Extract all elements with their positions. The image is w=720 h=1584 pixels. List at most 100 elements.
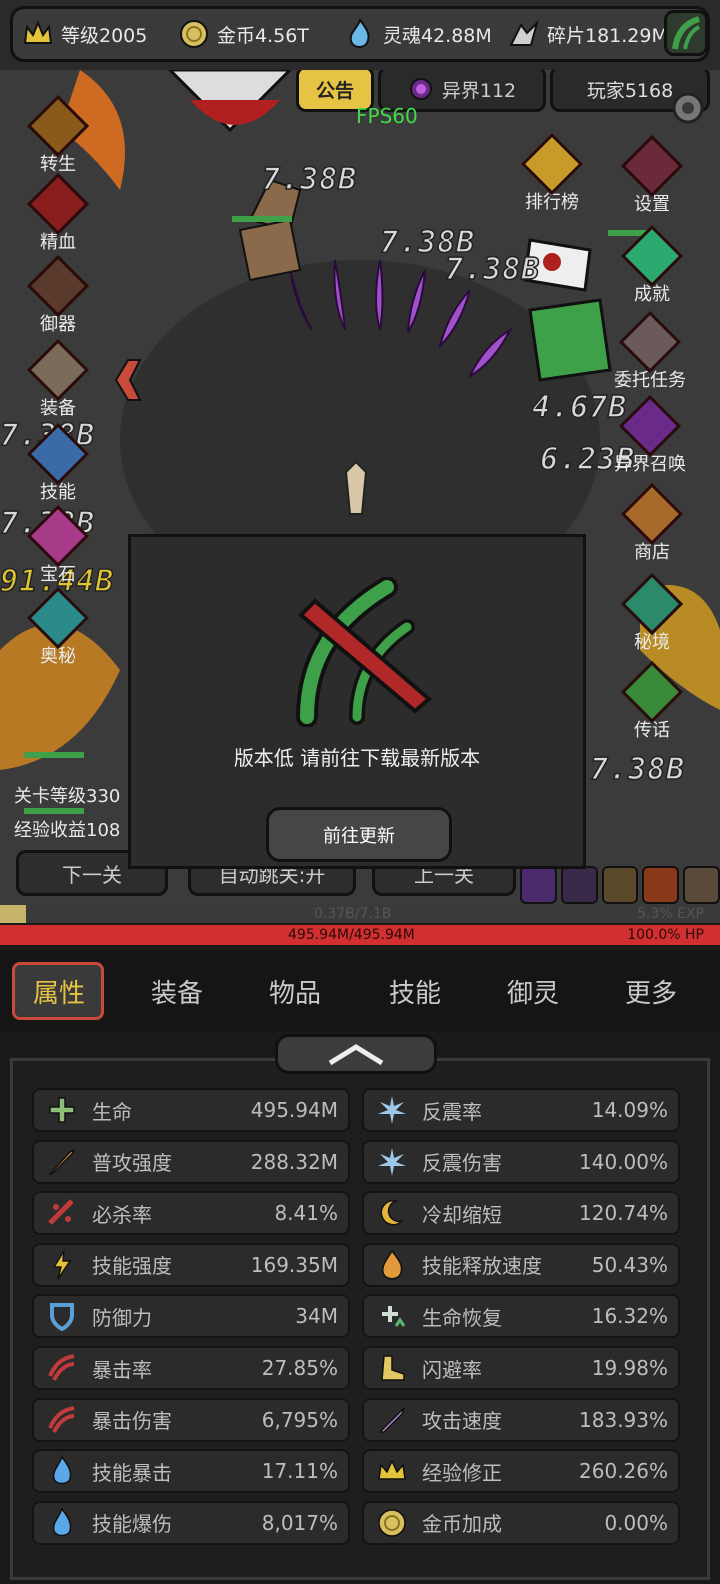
menu-summon[interactable]: 异界召唤: [610, 394, 690, 476]
stat-row[interactable]: 防御力 34M: [32, 1294, 350, 1339]
exp-income: 经验收益108: [14, 820, 121, 841]
tab-skills[interactable]: 技能: [356, 950, 474, 1032]
coin-icon: [378, 1509, 406, 1537]
portal-icon: [620, 572, 684, 636]
crown-icon: [378, 1459, 406, 1480]
stat-value: 17.11%: [261, 1459, 338, 1484]
stat-row[interactable]: 暴击伤害 6,795%: [32, 1397, 350, 1442]
stat-row[interactable]: 反震率 14.09%: [362, 1088, 680, 1132]
menu-mystery[interactable]: 奥秘: [18, 586, 98, 668]
rebirth-icon: [26, 94, 90, 158]
stat-row[interactable]: 技能释放速度 50.43%: [362, 1242, 680, 1287]
exp-bar: 0.37B/7.1B 5.3% EXP: [0, 905, 720, 923]
stat-value: 6,795%: [261, 1407, 338, 1432]
stat-row[interactable]: 闪避率 19.98%: [362, 1346, 680, 1390]
arrow-icon: [48, 1147, 76, 1175]
menu-artifact[interactable]: 御器: [18, 254, 98, 336]
damage-number: 7.38B: [589, 751, 686, 788]
menu-essence[interactable]: 精血: [18, 172, 98, 254]
coin-icon: [180, 20, 208, 48]
stat-row[interactable]: 技能爆伤 8,017%: [32, 1500, 350, 1545]
stat-row[interactable]: 经验修正 260.26%: [362, 1449, 680, 1494]
flame-blue-icon: [52, 1455, 72, 1485]
collapse-button[interactable]: [275, 1034, 437, 1074]
damage-number: 7.38B: [261, 161, 358, 198]
resource-bar: 等级2005 金币4.56T 灵魂42.88M 碎片181.29M: [0, 0, 720, 70]
menu-commission[interactable]: 委托任务: [610, 310, 690, 392]
crown-icon: [23, 20, 53, 44]
slash-icon: [48, 1199, 74, 1225]
stat-row[interactable]: 技能强度 169.35M: [32, 1242, 350, 1287]
stat-value: 120.74%: [579, 1201, 668, 1226]
skill-slot-icon[interactable]: [601, 866, 639, 904]
stat-name: 反震伤害: [422, 1151, 502, 1176]
stat-name: 金币加成: [422, 1512, 502, 1537]
tab-spirits[interactable]: 御灵: [474, 950, 592, 1032]
stat-row[interactable]: 金币加成 0.00%: [362, 1500, 680, 1545]
go-update-button[interactable]: 前往更新: [266, 807, 452, 862]
stat-row[interactable]: 攻击速度 183.93%: [362, 1397, 680, 1442]
stat-name: 闪避率: [422, 1357, 482, 1382]
menu-settings[interactable]: 设置: [612, 134, 692, 216]
portal-icon: [618, 394, 682, 458]
exp-bar-fill: [0, 905, 26, 923]
skill-slot-icon[interactable]: [642, 866, 680, 904]
stat-value: 140.00%: [579, 1149, 668, 1174]
shard-display: 碎片181.29M: [507, 9, 668, 59]
stat-row[interactable]: 反震伤害 140.00%: [362, 1139, 680, 1184]
menu-leaderboard[interactable]: 排行榜: [512, 132, 592, 214]
tab-items[interactable]: 物品: [236, 950, 354, 1032]
stat-name: 生命恢复: [422, 1305, 502, 1330]
regen-icon: [382, 1306, 406, 1328]
gold-display: 金币4.56T: [177, 9, 309, 59]
fire-icon: [381, 1249, 403, 1280]
moon-icon: [380, 1200, 405, 1226]
stat-row[interactable]: 生命 495.94M: [32, 1088, 350, 1132]
stat-value: 16.32%: [591, 1304, 668, 1329]
resource-bar-frame: 等级2005 金币4.56T 灵魂42.88M 碎片181.29M: [10, 6, 710, 62]
tab-equipment[interactable]: 装备: [118, 950, 236, 1032]
stat-row[interactable]: 生命恢复 16.32%: [362, 1294, 680, 1339]
skill-slot-icon[interactable]: [520, 866, 557, 904]
boot-icon: [381, 1355, 405, 1381]
stat-row[interactable]: 技能暴击 17.11%: [32, 1449, 350, 1494]
stat-value: 495.94M: [250, 1098, 338, 1122]
megaphone-icon: [620, 660, 684, 724]
stat-value: 14.09%: [591, 1098, 668, 1122]
tab-attributes[interactable]: 属性: [0, 950, 118, 1032]
skill-slot-icon[interactable]: [683, 866, 720, 904]
skill-slot-icon[interactable]: [560, 866, 598, 904]
scythe-logo-icon: [296, 577, 433, 727]
menu-secret-realm[interactable]: 秘境: [612, 572, 692, 654]
exp-text: 0.37B/7.1B: [314, 906, 392, 922]
stat-row[interactable]: 暴击率 27.85%: [32, 1346, 350, 1390]
stat-value: 27.85%: [261, 1356, 338, 1380]
flame-blue-icon: [52, 1507, 72, 1537]
menu-equipment[interactable]: 装备: [18, 338, 98, 420]
menu-achievement[interactable]: 成就: [612, 224, 692, 306]
damage-number: 7.38B: [444, 251, 541, 288]
stat-name: 技能爆伤: [92, 1512, 172, 1537]
menu-gem[interactable]: 宝石: [18, 504, 98, 586]
menu-message[interactable]: 传话: [612, 660, 692, 742]
menu-skill[interactable]: 技能: [18, 422, 98, 504]
lightning-icon: [52, 1250, 72, 1280]
stat-value: 19.98%: [591, 1356, 668, 1380]
stat-value: 50.43%: [591, 1252, 668, 1277]
skill-slots: [520, 866, 720, 904]
stat-name: 技能暴击: [92, 1460, 172, 1485]
tab-more[interactable]: 更多: [592, 950, 710, 1032]
scythe-menu-icon[interactable]: [664, 10, 708, 56]
stat-row[interactable]: 必杀率 8.41%: [32, 1191, 350, 1236]
stat-name: 冷却缩短: [422, 1202, 502, 1227]
hp-text: 495.94M/495.94M: [288, 927, 415, 943]
stat-row[interactable]: 冷却缩短 120.74%: [362, 1191, 680, 1236]
stat-value: 169.35M: [250, 1252, 338, 1277]
menu-rebirth[interactable]: 转生: [18, 94, 98, 176]
stat-row[interactable]: 普攻强度 288.32M: [32, 1139, 350, 1184]
menu-shop[interactable]: 商店: [612, 482, 692, 564]
claw-icon: [48, 1354, 75, 1381]
star-icon: [26, 586, 90, 650]
soul-icon: [349, 17, 370, 48]
plus-icon: [49, 1097, 75, 1123]
